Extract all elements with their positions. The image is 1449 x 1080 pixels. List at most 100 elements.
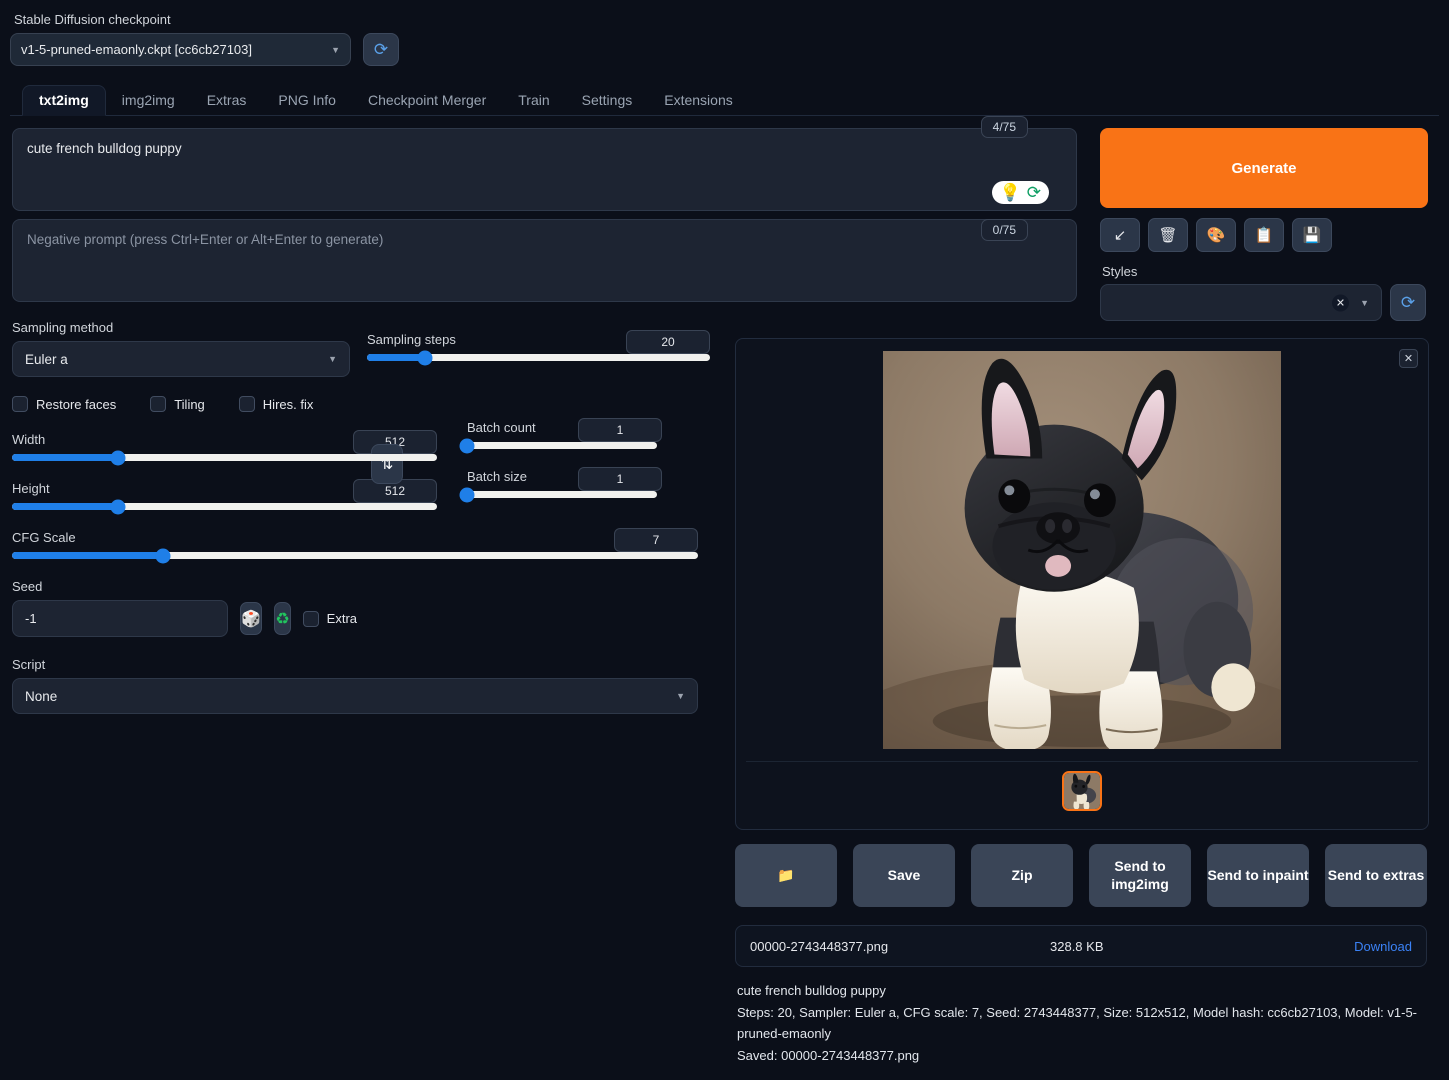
height-slider[interactable] [12, 499, 437, 514]
script-field: Script None ▼ [12, 657, 698, 714]
sampling-steps-value[interactable]: 20 [626, 330, 710, 354]
width-slider[interactable] [12, 450, 437, 465]
meta-params: Steps: 20, Sampler: Euler a, CFG scale: … [737, 1004, 1418, 1042]
styles-row: ✕ ▼ ⟳ [1100, 284, 1445, 321]
download-link[interactable]: Download [1354, 939, 1412, 954]
script-select[interactable]: None ▼ [12, 678, 698, 714]
batch-size-value[interactable]: 1 [578, 467, 662, 491]
tab-checkpoint-merger[interactable]: Checkpoint Merger [352, 86, 502, 115]
width-label: Width [12, 431, 46, 447]
generate-button[interactable]: Generate [1100, 128, 1428, 208]
hires-fix-toggle[interactable]: Hires. fix [238, 396, 313, 412]
save-button[interactable]: Save [853, 844, 955, 907]
sampling-steps-slider[interactable] [367, 350, 710, 365]
prompt-input[interactable]: cute french bulldog puppy [12, 128, 1077, 211]
dice-icon: 🎲 [241, 610, 262, 628]
clear-prompt-button[interactable]: 🗑 [1148, 218, 1188, 252]
tab-png-info[interactable]: PNG Info [262, 86, 352, 115]
prompt-tools: 💡 ⟳ [991, 181, 1049, 204]
zip-button[interactable]: Zip [971, 844, 1073, 907]
send-to-extras-button[interactable]: Send to extras [1325, 844, 1427, 907]
reuse-seed-button[interactable]: ♻ [274, 602, 291, 635]
batch-count-slider[interactable] [459, 438, 657, 453]
meta-saved: Saved: 00000-2743448377.png [737, 1047, 920, 1063]
random-seed-button[interactable]: 🎲 [240, 602, 263, 635]
txt2img-panel: 4/75 cute french bulldog puppy 💡 ⟳ 0/75 … [10, 116, 1439, 1063]
tab-txt2img[interactable]: txt2img [22, 85, 106, 116]
swap-dimensions-button[interactable]: ⇅ [371, 444, 403, 484]
generated-image[interactable] [883, 351, 1281, 749]
checkbox[interactable] [150, 396, 167, 412]
close-icon[interactable]: ✕ [1399, 349, 1418, 368]
chevron-down-icon: ▼ [331, 44, 340, 55]
extra-label: Extra [326, 611, 357, 626]
batch-size-label: Batch size [467, 468, 527, 484]
cfg-scale-label: CFG Scale [12, 529, 76, 545]
file-size: 328.8 KB [1050, 938, 1104, 954]
refresh-icon: ⟳ [373, 40, 389, 59]
restore-faces-toggle[interactable]: Restore faces [12, 396, 116, 412]
clipboard-icon: 📋 [1254, 227, 1274, 244]
checkpoint-select[interactable]: v1-5-pruned-emaonly.ckpt [cc6cb27103] ▼ [10, 33, 351, 66]
lightbulb-icon[interactable]: 💡 [1000, 184, 1021, 201]
sampling-method-select[interactable]: Euler a ▼ [12, 341, 350, 377]
send-to-inpaint-button[interactable]: Send to inpaint [1207, 844, 1309, 907]
checkbox[interactable] [302, 610, 319, 627]
palette-icon: 🎨 [1206, 227, 1226, 244]
batch-size-field: Batch size 1 [459, 467, 662, 502]
stable-diffusion-webui: Stable Diffusion checkpoint v1-5-pruned-… [0, 0, 1449, 1080]
settings-column-left: Sampling method Euler a ▼ Restore faces … [12, 320, 698, 714]
results-column: ✕ 📁 Save Zip Send to img2img Send to inp… [733, 338, 1429, 1066]
styles-select[interactable]: ✕ ▼ [1100, 284, 1382, 321]
paste-params-button[interactable]: ↙ [1100, 218, 1140, 252]
tab-img2img[interactable]: img2img [106, 86, 191, 115]
send-to-img2img-button[interactable]: Send to img2img [1089, 844, 1191, 907]
right-column: Generate ↙ 🗑 🎨 📋 💾 Styles ✕ ▼ ⟳ [1100, 128, 1445, 321]
tab-settings[interactable]: Settings [566, 86, 649, 115]
seed-input[interactable]: -1 [12, 600, 229, 637]
script-label: Script [12, 657, 46, 672]
image-result-panel: ✕ [735, 338, 1429, 830]
apply-style-button[interactable]: 🎨 [1196, 218, 1236, 252]
checkbox[interactable] [238, 396, 255, 412]
extra-seed-toggle[interactable]: Extra [302, 610, 357, 627]
batch-count-value[interactable]: 1 [578, 418, 662, 442]
checkpoint-row: v1-5-pruned-emaonly.ckpt [cc6cb27103] ▼ … [10, 33, 1439, 66]
restore-faces-label: Restore faces [36, 396, 117, 412]
main-tab-bar: txt2img img2img Extras PNG Info Checkpoi… [10, 84, 1439, 116]
prompt-action-buttons: ↙ 🗑 🎨 📋 💾 [1100, 218, 1445, 252]
copy-style-button[interactable]: 📋 [1244, 218, 1284, 252]
gallery-strip [746, 761, 1418, 819]
tab-train[interactable]: Train [502, 86, 565, 115]
batch-count-field: Batch count 1 [459, 418, 662, 453]
arrow-down-left-icon: ↙ [1113, 227, 1127, 244]
chevron-down-icon: ▼ [328, 354, 337, 364]
result-action-buttons: 📁 Save Zip Send to img2img Send to inpai… [735, 844, 1427, 907]
tab-extras[interactable]: Extras [191, 86, 263, 115]
chevron-down-icon: ▼ [1360, 297, 1369, 308]
open-folder-button[interactable]: 📁 [735, 844, 837, 907]
tiling-toggle[interactable]: Tiling [150, 396, 205, 412]
sampling-method-label: Sampling method [12, 320, 114, 335]
save-style-button[interactable]: 💾 [1292, 218, 1332, 252]
seed-label: Seed [12, 579, 43, 594]
seed-field: Seed -1 🎲 ♻ Extra [12, 579, 357, 637]
height-label: Height [12, 480, 50, 496]
negative-prompt-input[interactable]: Negative prompt (press Ctrl+Enter or Alt… [12, 219, 1077, 302]
batch-column: Batch count 1 Batch size 1 [459, 320, 662, 714]
cfg-scale-slider[interactable] [12, 548, 698, 563]
gallery-thumbnail[interactable] [1062, 770, 1102, 811]
restore-progress-icon[interactable]: ⟳ [1027, 184, 1041, 201]
recycle-icon: ♻ [275, 610, 290, 628]
refresh-checkpoints-button[interactable]: ⟳ [363, 33, 399, 66]
checkbox[interactable] [12, 396, 28, 412]
tab-extensions[interactable]: Extensions [648, 86, 748, 115]
batch-size-slider[interactable] [459, 487, 657, 502]
refresh-styles-button[interactable]: ⟳ [1390, 284, 1426, 321]
sampling-method-value: Euler a [25, 351, 68, 367]
meta-prompt: cute french bulldog puppy [737, 983, 886, 998]
floppy-disk-icon: 💾 [1302, 227, 1322, 244]
script-value: None [25, 688, 58, 704]
chevron-down-icon: ▼ [676, 691, 685, 701]
clear-styles-icon[interactable]: ✕ [1332, 294, 1349, 311]
